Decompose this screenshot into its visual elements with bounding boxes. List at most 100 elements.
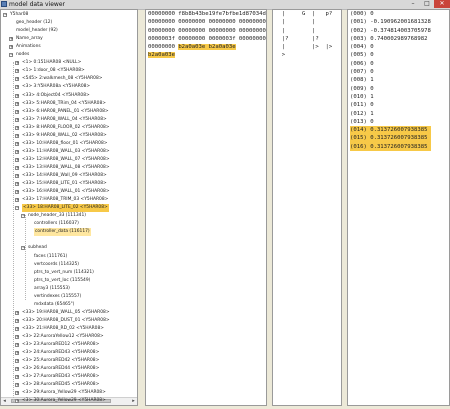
hex-dump[interactable]: 00000000 f8b8b43be19fe7bfbe1d87034d3f 000…: [148, 10, 267, 60]
expand-icon[interactable]: +: [15, 133, 19, 138]
tree-node-label: <3> 23:AuroraRED12 <Y5HAR08>: [22, 342, 100, 348]
expand-icon[interactable]: +: [15, 190, 19, 195]
expand-icon[interactable]: +: [15, 93, 19, 98]
tree-node-label: <1> 1:door_08 <Y5HAR08>: [22, 68, 85, 74]
value-row[interactable]: (006) 0: [350, 60, 431, 68]
expand-icon[interactable]: +: [15, 157, 19, 162]
app-icon: [1, 1, 7, 7]
tree-node-label: <33> 15:HAR08_LITE_01 <Y5HAR08>: [22, 181, 107, 187]
value-row[interactable]: (007) 0: [350, 68, 431, 76]
expand-icon[interactable]: +: [15, 61, 19, 66]
tree-node-label: <33> 8:HAR08_FLOOR_02 <Y5HAR08>: [22, 124, 110, 130]
expand-icon[interactable]: +: [15, 77, 19, 82]
bytes: >: [275, 52, 286, 59]
expand-icon[interactable]: +: [15, 141, 19, 146]
tree-node-label: Y5har08: [10, 12, 29, 17]
value-row[interactable]: (002) -0.374814003705978: [350, 27, 431, 35]
expand-icon[interactable]: +: [15, 182, 19, 187]
ascii-view-panel[interactable]: | G | p? | | | | |? |? | |> |> >: [272, 9, 342, 406]
expand-icon[interactable]: +: [15, 198, 19, 203]
value-row[interactable]: (001) -0.190962001681328: [350, 18, 431, 26]
expand-icon[interactable]: +: [15, 391, 19, 396]
expand-icon[interactable]: +: [15, 318, 19, 323]
value-row[interactable]: (005) 0: [350, 51, 431, 59]
expand-icon[interactable]: +: [9, 37, 13, 42]
tree-guide-line: [25, 215, 26, 300]
expand-icon[interactable]: +: [15, 165, 19, 170]
expand-icon[interactable]: +: [15, 85, 19, 90]
tree-node-label: model_header (92): [16, 28, 58, 34]
tree-node-label: ptrs_to_vert_num (114321): [34, 269, 94, 275]
maximize-button[interactable]: □: [420, 0, 434, 8]
tree-guide-line: [13, 62, 14, 402]
value-list[interactable]: (000) 0 (001) -0.190962001681328 (002) -0.…: [350, 10, 431, 152]
expand-icon[interactable]: +: [9, 45, 13, 50]
hex-line: 00000000 00000000 00000000 00000000: [148, 18, 266, 26]
tree-node-label: <545> 2:walkmesh_08 <Y5HAR08>: [22, 76, 103, 82]
tree-node-label: node_header_33 (111341): [28, 213, 86, 219]
ascii-line: | |> |>: [275, 43, 333, 51]
tree-node-label: <33> 16:HAR08_WALL_01 <Y5HAR08>: [22, 189, 110, 195]
expand-icon[interactable]: +: [15, 69, 19, 74]
node-tree-panel[interactable]: ◂ ▸ − Y5har08 geo_header (12) model_header …: [0, 9, 138, 406]
tree-node-label: <33> 18:HAR08_LITE_02 <Y5HAR08>: [22, 204, 109, 213]
expand-icon[interactable]: +: [15, 351, 19, 356]
expand-icon[interactable]: +: [15, 326, 19, 331]
expand-icon[interactable]: +: [15, 383, 19, 388]
value-row[interactable]: (011) 0: [350, 101, 431, 109]
value-row[interactable]: (004) 0: [350, 43, 431, 51]
expand-icon[interactable]: +: [15, 310, 19, 315]
ascii-line: >: [275, 51, 332, 59]
tree-node-label: array3 (115553): [34, 285, 70, 291]
value-row[interactable]: (003) 0.740002989768982: [350, 35, 431, 43]
tree-node-label: <3> 26:AuroraRED44 <Y5HAR08>: [22, 366, 100, 372]
tree-node-label: <33> 21:HAR08_RD_02 <Y5HAR08>: [22, 325, 104, 331]
scroll-left-arrow-icon[interactable]: ◂: [1, 398, 8, 404]
tree-node-label: <3> 25:AuroraRED42 <Y5HAR08>: [22, 358, 100, 364]
expand-icon[interactable]: +: [15, 117, 19, 122]
collapse-icon[interactable]: −: [3, 13, 7, 17]
tree-node-label: <33> 19:HAR08_WALL_05 <Y5HAR08>: [22, 309, 110, 315]
tree-node-label: mdxdata (65465"): [34, 301, 75, 307]
value-row[interactable]: (016) 0.313726007938385: [350, 142, 431, 152]
value-row[interactable]: (014) 0.313726007938385: [350, 126, 431, 135]
expand-icon[interactable]: +: [15, 174, 19, 178]
value-row[interactable]: (012) 1: [350, 110, 431, 118]
expand-icon[interactable]: +: [15, 101, 19, 106]
expand-icon[interactable]: +: [15, 149, 19, 154]
collapse-icon[interactable]: −: [15, 206, 19, 211]
expand-icon[interactable]: +: [15, 399, 19, 404]
expand-icon[interactable]: +: [15, 375, 19, 380]
bytes: 00000000 f8b8b43be19fe7bfbe1d87034d3f: [148, 11, 267, 17]
value-row[interactable]: (008) 1: [350, 76, 431, 84]
ascii-dump[interactable]: | G | p? | | | | |? |? | |> |> >: [275, 10, 333, 60]
value-row[interactable]: (015) 0.313726007938385: [350, 134, 431, 143]
value-row[interactable]: (009) 0: [350, 85, 431, 93]
expand-icon[interactable]: +: [15, 367, 19, 372]
hex-view-panel[interactable]: 00000000 f8b8b43be19fe7bfbe1d87034d3f 000…: [145, 9, 267, 406]
value-row[interactable]: (013) 0: [350, 118, 431, 126]
hex-line: 00000000 f8b8b43be19fe7bfbe1d87034d3f: [148, 10, 267, 18]
tree-node-label: <3> 27:AuroraRED43 <Y5HAR08>: [22, 374, 100, 380]
highlighted-bytes: b2a0a03e: [148, 52, 175, 59]
expand-icon[interactable]: +: [15, 109, 19, 114]
scroll-right-arrow-icon[interactable]: ▸: [130, 398, 137, 404]
tree-node-label: <33> 4:Object04 <Y5HAR08>: [22, 92, 90, 98]
tree-node-label: <33> 12:HAR08_WALL_07 <Y5HAR08>: [22, 156, 110, 162]
minimize-button[interactable]: –: [406, 0, 420, 8]
hex-line: b2a0a03e: [148, 51, 266, 59]
close-button[interactable]: ✕: [434, 0, 450, 8]
expand-icon[interactable]: +: [15, 125, 19, 130]
tree-node-label: faces (111761): [34, 253, 68, 259]
expand-icon[interactable]: +: [15, 343, 19, 348]
expand-icon[interactable]: +: [15, 359, 19, 364]
tree-node-label: <33> 6:HAR08_PANEL_01 <Y5HAR08>: [22, 108, 109, 114]
value-view-panel[interactable]: (000) 0 (001) -0.190962001681328 (002) -0.…: [347, 9, 450, 406]
value-row[interactable]: (010) 1: [350, 93, 431, 101]
collapse-icon[interactable]: −: [9, 53, 13, 58]
expand-icon[interactable]: +: [15, 335, 19, 339]
value-row[interactable]: (000) 0: [350, 10, 431, 18]
tree-node-label: <3> 3:Y5HAR08a <Y5HAR08>: [22, 84, 91, 90]
tree-node-label: <33> 20:HAR08_DUST_01 <Y5HAR08>: [22, 317, 110, 323]
hex-line: 00000000 b2a0a03e b2a0a03e: [148, 43, 266, 51]
